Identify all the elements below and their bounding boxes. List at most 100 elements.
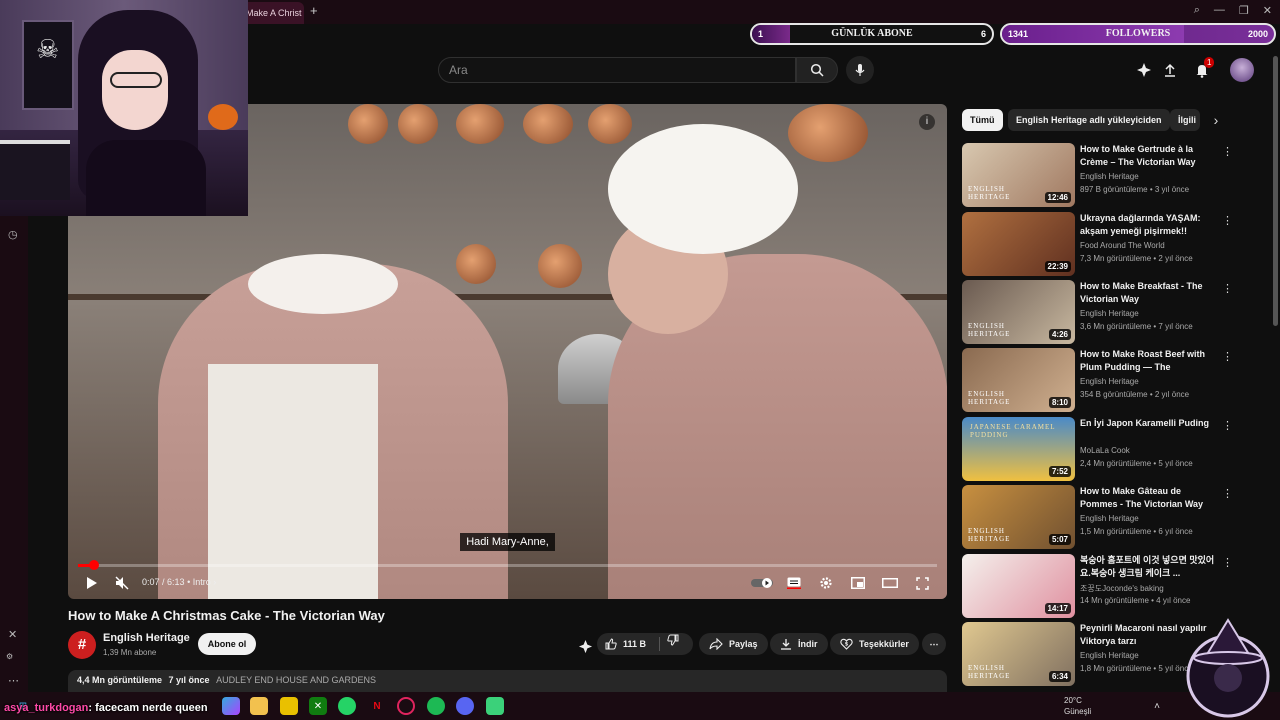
voice-search-button[interactable]	[846, 56, 874, 84]
opera-icon[interactable]	[397, 697, 415, 715]
thanks-button[interactable]: $ Teşekkürler	[830, 633, 919, 655]
more-vertical-icon[interactable]: ⋮	[1222, 214, 1233, 227]
sticky-notes-icon[interactable]	[280, 697, 298, 715]
video-thumbnail[interactable]: JAPANESE CARAMEL PUDDING 7:52	[962, 417, 1075, 481]
xbox-icon[interactable]: ✕	[309, 697, 327, 715]
video-thumbnail[interactable]: ENGLISH HERITAGE 8:10	[962, 348, 1075, 412]
close-icon[interactable]: ✕	[1263, 4, 1272, 17]
recommendation-title[interactable]: How to Make Gertrude à la Crème – The Vi…	[1080, 143, 1218, 169]
miniplayer-button[interactable]	[850, 574, 866, 592]
recommendation-channel[interactable]: English Heritage	[1080, 651, 1139, 660]
recommendation-item[interactable]: ENGLISH HERITAGE 8:10 How to Make Roast Be…	[962, 348, 1242, 412]
fullscreen-button[interactable]	[914, 574, 930, 592]
video-duration: 6:34	[1048, 671, 1071, 682]
chevron-up-icon[interactable]: ˄	[1148, 697, 1166, 715]
settings-button[interactable]	[818, 574, 834, 592]
recommendation-channel[interactable]: MoLaLa Cook	[1080, 446, 1130, 455]
ask-ai-button[interactable]	[575, 636, 595, 656]
recommendation-channel[interactable]: 조꿍도Joconde's baking	[1080, 583, 1164, 594]
dislike-button[interactable]	[667, 633, 679, 655]
netflix-icon[interactable]: N	[368, 697, 386, 715]
mute-button[interactable]	[114, 574, 130, 592]
video-thumbnail[interactable]: ENGLISH HERITAGE 5:07	[962, 485, 1075, 549]
autoplay-toggle[interactable]	[750, 574, 774, 592]
channel-avatar[interactable]: #	[68, 631, 96, 659]
progress-scrubber[interactable]	[89, 560, 100, 570]
history-icon[interactable]: ◷	[8, 228, 18, 241]
video-thumbnail[interactable]: 14:17	[962, 554, 1075, 618]
spotify-icon[interactable]	[427, 697, 445, 715]
recommendation-channel[interactable]: Food Around The World	[1080, 241, 1165, 250]
search-icon[interactable]: ⌕	[1194, 4, 1200, 17]
recommendation-item[interactable]: JAPANESE CARAMEL PUDDING 7:52 En İyi Japon…	[962, 417, 1242, 481]
upload-button[interactable]	[1160, 60, 1180, 80]
recommendation-title[interactable]: 복숭아 홈포트에 이것 넣으면 맛있어요.복숭아 생크림 케이크 ...	[1080, 554, 1218, 580]
download-button[interactable]: İndir	[770, 633, 828, 655]
recommendation-title[interactable]: How to Make Roast Beef with Plum Pudding…	[1080, 348, 1218, 375]
subtitle-text: Hadi Mary-Anne,	[460, 533, 555, 551]
recommendation-item[interactable]: ENGLISH HERITAGE 4:26 How to Make Breakfas…	[962, 280, 1242, 344]
app-icon[interactable]	[486, 697, 504, 715]
video-thumbnail[interactable]: ENGLISH HERITAGE 6:34	[962, 622, 1075, 686]
x-icon[interactable]: ✕	[8, 628, 17, 641]
file-explorer-icon[interactable]	[250, 697, 268, 715]
new-tab-button[interactable]: +	[310, 3, 318, 18]
recommendation-channel[interactable]: English Heritage	[1080, 309, 1139, 318]
recommendation-title[interactable]: En İyi Japon Karamelli Puding	[1080, 417, 1218, 430]
recommendation-channel[interactable]: English Heritage	[1080, 514, 1139, 523]
browser-tab[interactable]: Make A Christ	[240, 2, 304, 24]
chip-uploader[interactable]: English Heritage adlı yükleyiciden	[1008, 109, 1170, 131]
play-button[interactable]	[84, 574, 100, 592]
theater-mode-button[interactable]	[882, 574, 898, 592]
video-thumbnail[interactable]: ENGLISH HERITAGE 12:46	[962, 143, 1075, 207]
weather-widget[interactable]: 20°C Güneşli	[1046, 695, 1091, 717]
more-vertical-icon[interactable]: ⋮	[1222, 145, 1233, 158]
gemini-ai-button[interactable]	[1134, 60, 1154, 80]
chapter-label[interactable]: Intro	[193, 577, 211, 587]
whatsapp-icon[interactable]	[338, 697, 356, 715]
video-thumbnail[interactable]: ENGLISH HERITAGE 4:26	[962, 280, 1075, 344]
recommendation-item[interactable]: ENGLISH HERITAGE 5:07 How to Make Gâteau d…	[962, 485, 1242, 549]
chip-related[interactable]: İlgili	[1170, 109, 1200, 131]
like-button[interactable]: 111 B	[605, 633, 646, 655]
more-vertical-icon[interactable]: ⋮	[1222, 487, 1233, 500]
discord-icon[interactable]	[456, 697, 474, 715]
restore-icon[interactable]: ❐	[1239, 4, 1249, 17]
progress-bar[interactable]	[78, 560, 937, 570]
account-avatar[interactable]	[1230, 58, 1254, 82]
miniplayer-icon	[851, 577, 865, 589]
more-vertical-icon[interactable]: ⋮	[1222, 556, 1233, 569]
notifications-button[interactable]: 1	[1192, 57, 1215, 80]
chevron-right-icon: ›	[213, 577, 217, 587]
settings-rail-icon[interactable]: ⚙	[6, 652, 13, 661]
recommendation-item[interactable]: 14:17 복숭아 홈포트에 이것 넣으면 맛있어요.복숭아 생크림 케이크 ..…	[962, 554, 1242, 618]
minimize-icon[interactable]: —	[1214, 4, 1225, 17]
chip-all[interactable]: Tümü	[962, 109, 1003, 131]
page-scrollbar[interactable]	[1273, 56, 1278, 326]
recommendation-item[interactable]: 22:39 Ukrayna dağlarında YAŞAM: akşam yem…	[962, 212, 1242, 276]
search-input[interactable]: Ara	[438, 57, 796, 83]
search-button[interactable]	[796, 57, 838, 83]
subscribe-button[interactable]: Abone ol	[198, 633, 256, 655]
more-vertical-icon[interactable]: ⋮	[1222, 419, 1233, 432]
info-icon[interactable]: i	[919, 114, 935, 130]
more-icon[interactable]: ⋯	[8, 674, 19, 687]
captions-button[interactable]	[786, 574, 802, 592]
recommendation-channel[interactable]: English Heritage	[1080, 172, 1139, 181]
more-vertical-icon[interactable]: ⋮	[1222, 282, 1233, 295]
description-box[interactable]: 4,4 Mn görüntüleme 7 yıl önce AUDLEY END…	[68, 670, 947, 692]
location-tag[interactable]: AUDLEY END HOUSE AND GARDENS	[216, 675, 376, 685]
share-button[interactable]: Paylaş	[699, 633, 768, 655]
recommendation-channel[interactable]: English Heritage	[1080, 377, 1139, 386]
recommendation-item[interactable]: ENGLISH HERITAGE 12:46 How to Make Gertrud…	[962, 143, 1242, 207]
video-pot	[398, 104, 438, 144]
video-thumbnail[interactable]: 22:39	[962, 212, 1075, 276]
channel-name[interactable]: English Heritage	[103, 632, 190, 644]
chips-next-button[interactable]: ›	[1206, 110, 1226, 130]
more-vertical-icon[interactable]: ⋮	[1222, 350, 1233, 363]
recommendation-title[interactable]: Ukrayna dağlarında YAŞAM: akşam yemeği p…	[1080, 212, 1218, 238]
more-actions-button[interactable]: ⋯	[922, 633, 946, 655]
recommendation-title[interactable]: How to Make Breakfast - The Victorian Wa…	[1080, 280, 1218, 306]
recommendation-title[interactable]: How to Make Gâteau de Pommes - The Victo…	[1080, 485, 1218, 511]
copilot-icon[interactable]	[222, 697, 240, 715]
